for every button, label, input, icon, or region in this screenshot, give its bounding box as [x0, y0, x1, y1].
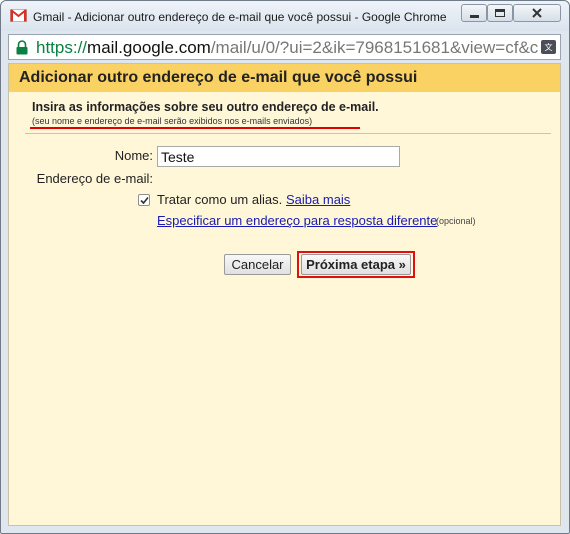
dialog-header: Adicionar outro endereço de e-mail que v… [9, 64, 560, 92]
title-bar[interactable]: Gmail - Adicionar outro endereço de e-ma… [1, 1, 569, 31]
name-label: Nome: [114, 148, 153, 163]
minimize-icon [469, 14, 479, 18]
next-step-button[interactable]: Próxima etapa » [301, 254, 411, 275]
checkmark-icon [139, 196, 149, 204]
page-title: Adicionar outro endereço de e-mail que v… [19, 69, 418, 86]
dialog-page: Adicionar outro endereço de e-mail que v… [8, 63, 561, 526]
cancel-button[interactable]: Cancelar [224, 254, 291, 275]
url-path: /mail/u/0/?ui=2&ik=7968151681&view=cf&cf… [210, 38, 538, 57]
address-bar[interactable]: https://mail.google.com/mail/u/0/?ui=2&i… [8, 34, 561, 60]
highlight-underline [30, 127, 360, 129]
browser-window: Gmail - Adicionar outro endereço de e-ma… [0, 0, 570, 534]
url-text[interactable]: https://mail.google.com/mail/u/0/?ui=2&i… [36, 38, 538, 58]
email-label: Endereço de e-mail: [36, 171, 153, 186]
maximize-button[interactable] [487, 4, 513, 22]
alias-checkbox[interactable] [138, 194, 150, 206]
name-input[interactable] [157, 146, 400, 167]
intro-subtitle: (seu nome e endereço de e-mail serão exi… [32, 116, 313, 126]
intro-title: Insira as informações sobre seu outro en… [32, 100, 379, 114]
url-scheme: https:// [36, 38, 88, 57]
close-icon [532, 8, 542, 18]
translate-icon[interactable]: 文 [541, 40, 556, 54]
saiba-mais-link[interactable]: Saiba mais [286, 192, 350, 207]
maximize-icon [495, 9, 505, 17]
close-button[interactable] [513, 4, 561, 22]
optional-note: (opcional) [436, 216, 476, 226]
minimize-button[interactable] [461, 4, 487, 22]
url-clip: https://mail.google.com/mail/u/0/?ui=2&i… [9, 35, 538, 59]
alias-label: Tratar como um alias. [157, 192, 283, 207]
reply-to-link[interactable]: Especificar um endereço para resposta di… [157, 213, 437, 228]
gmail-icon [10, 9, 27, 22]
window-title: Gmail - Adicionar outro endereço de e-ma… [33, 10, 447, 24]
divider [25, 133, 551, 134]
url-host: mail.google.com [87, 38, 211, 57]
